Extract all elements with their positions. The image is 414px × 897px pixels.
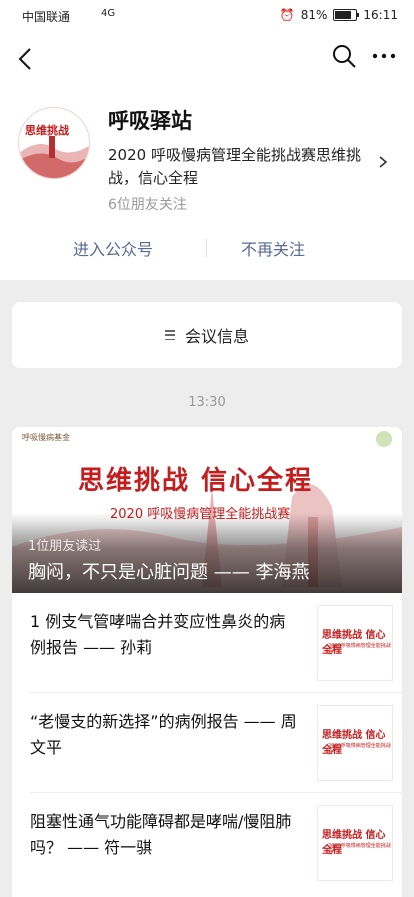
meeting-info-label: 会议信息 [184,327,249,346]
cover-headline: 思维挑战 信心全程 [78,466,314,496]
chevron-right-icon[interactable] [376,154,390,170]
clock: 16:11 [363,8,398,22]
button-divider [206,239,207,257]
leaf-logo-icon [376,431,392,447]
article-title: 阻塞性通气功能障碍都是哮喘/慢阻肺吗？ —— 符一骐 [30,812,292,857]
status-bar: 中国联通 4G ⏰ 81% 16:11 [0,0,414,30]
battery-icon [333,9,360,21]
article-item[interactable]: 1 例支气管哮喘合并变应性鼻炎的病例报告 —— 孙莉 思维挑战 信心全程 202… [12,593,402,693]
article-title: 1 例支气管哮喘合并变应性鼻炎的病例报告 —— 孙莉 [30,612,286,657]
cover-org-label: 呼吸慢病基金 [22,433,70,442]
alarm-icon: ⏰ [279,8,295,22]
meeting-info-button[interactable]: 会议信息 [12,302,402,368]
thumb-sub: 2020呼吸慢病管理全能挑战赛 [328,843,391,856]
article-title: “老慢支的新选择”的病例报告 —— 周文平 [30,712,297,757]
account-avatar[interactable]: 思维挑战 [18,107,90,179]
network-signal-icon: 4G [101,8,116,19]
friends-read-label: 1位朋友读过 [28,539,102,554]
cover-article-title: 胸闷，不只是心脏问题 —— 李海燕 [28,562,310,583]
article-card: 呼吸慢病基金 思维挑战 信心全程 2020 呼吸慢病管理全能挑战赛 1位朋友读过… [12,427,402,897]
article-item[interactable]: 阻塞性通气功能障碍都是哮喘/慢阻肺吗？ —— 符一骐 思维挑战 信心全程 202… [12,793,402,893]
thumb-sub: 2020呼吸慢病管理全能挑战赛 [328,643,391,656]
article-thumbnail: 思维挑战 信心全程 2020呼吸慢病管理全能挑战赛 [317,805,393,881]
more-options-icon[interactable] [368,42,400,70]
article-thumbnail: 思维挑战 信心全程 2020呼吸慢病管理全能挑战赛 [317,705,393,781]
message-timestamp: 13:30 [188,395,226,410]
carrier-label: 中国联通 [22,10,71,24]
menu-icon [164,330,175,340]
account-name: 呼吸驿站 [108,109,192,133]
thumb-sub: 2020呼吸慢病管理全能挑战赛 [328,743,391,756]
account-description[interactable]: 2020 呼吸慢病管理全能挑战赛思维挑战，信心全程 [108,144,370,190]
article-thumbnail: 思维挑战 信心全程 2020呼吸慢病管理全能挑战赛 [317,605,393,681]
enter-account-button[interactable]: 进入公众号 [48,236,178,260]
cover-article[interactable]: 呼吸慢病基金 思维挑战 信心全程 2020 呼吸慢病管理全能挑战赛 1位朋友读过… [12,427,402,593]
unfollow-button[interactable]: 不再关注 [208,236,338,260]
status-right: ⏰ 81% 16:11 [280,8,398,22]
battery-percent: 81% [300,8,328,22]
search-icon[interactable] [330,42,358,70]
avatar-logo-icon: 思维挑战 [19,108,89,178]
article-item[interactable]: “老慢支的新选择”的病例报告 —— 周文平 思维挑战 信心全程 2020呼吸慢病… [12,693,402,793]
followers-count: 6位朋友关注 [108,197,187,213]
back-arrow-icon[interactable] [12,44,42,74]
svg-text:思维挑战: 思维挑战 [25,123,69,137]
